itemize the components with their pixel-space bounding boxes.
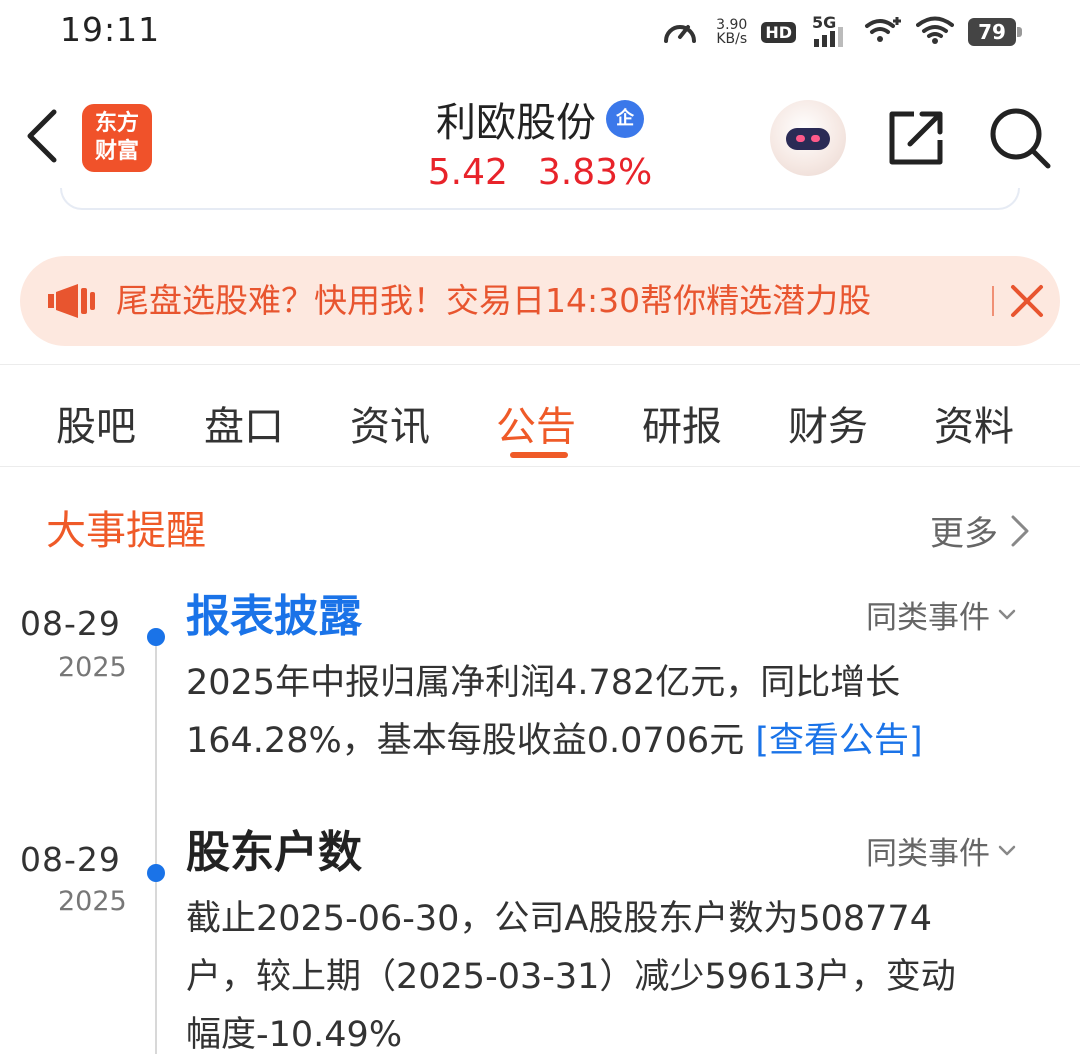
event-description: 2025年中报归属净利润4.782亿元，同比增长 164.28%，基本每股收益0…: [186, 654, 1046, 770]
more-label: 更多: [930, 514, 998, 554]
event-desc-line: 户，较上期（2025-03-31）减少59613户，变动: [186, 957, 956, 997]
similar-events-label: 同类事件: [866, 600, 990, 636]
event-desc-line: 幅度-10.49%: [186, 1015, 403, 1054]
chevron-down-icon: [998, 609, 1016, 619]
tab-pankou[interactable]: 盘口: [204, 394, 284, 452]
wifi-icon: [916, 15, 954, 49]
tab-guba[interactable]: 股吧: [56, 394, 136, 452]
chevron-right-icon: [1011, 515, 1029, 546]
timeline-dot: [147, 864, 165, 882]
share-icon: [889, 111, 943, 165]
timeline-dot: [147, 628, 165, 646]
tab-research[interactable]: 研报: [642, 394, 722, 452]
search-button[interactable]: [988, 106, 1052, 170]
hd-icon: HD: [761, 21, 796, 43]
event-description: 截止2025-06-30，公司A股股东户数为508774 户，较上期（2025-…: [186, 890, 1046, 1054]
status-icons: 3.90 KB/s HD 5G 79: [662, 13, 1022, 50]
view-announcement-link[interactable]: [查看公告]: [755, 721, 922, 761]
chevron-down-icon: [998, 845, 1016, 855]
close-icon[interactable]: [1010, 284, 1044, 318]
verified-badge: 企: [606, 100, 644, 138]
stock-price: 5.42: [427, 152, 508, 193]
event-desc-line: 2025年中报归属净利润4.782亿元，同比增长: [186, 663, 901, 703]
event-year: 2025: [58, 886, 127, 917]
battery-icon: 79: [968, 18, 1022, 46]
similar-events-dropdown[interactable]: 同类事件: [866, 828, 1016, 873]
event-date: 08-29: [20, 840, 121, 879]
event-title[interactable]: 股东户数: [186, 816, 362, 880]
more-link[interactable]: 更多: [930, 506, 1030, 555]
5g-signal-icon: 5G: [810, 13, 850, 49]
tab-announcements[interactable]: 公告: [496, 394, 576, 452]
similar-events-dropdown[interactable]: 同类事件: [866, 592, 1016, 637]
event-year: 2025: [58, 652, 127, 683]
event-desc-line: 截止2025-06-30，公司A股股东户数为508774: [186, 899, 932, 939]
net-speed: 3.90 KB/s: [716, 18, 747, 46]
robot-assistant-icon[interactable]: [770, 100, 846, 176]
search-bar-edge: [60, 188, 1020, 210]
tab-news[interactable]: 资讯: [350, 394, 430, 452]
promo-banner[interactable]: 尾盘选股难？快用我！交易日14:30帮你精选潜力股: [20, 256, 1060, 346]
search-icon: [990, 108, 1051, 169]
tab-finance[interactable]: 财务: [788, 394, 868, 452]
timeline-line: [155, 640, 157, 1054]
event-date: 08-29: [20, 604, 121, 643]
tab-profile[interactable]: 资料: [934, 394, 1014, 452]
active-tab-indicator: [510, 452, 568, 458]
promo-text: 尾盘选股难？快用我！交易日14:30帮你精选潜力股: [116, 281, 872, 320]
net-speed-unit: KB/s: [716, 31, 748, 47]
promo-divider: [992, 286, 994, 316]
divider: [0, 466, 1080, 467]
megaphone-icon: [48, 282, 96, 324]
status-bar: 19:11 3.90 KB/s HD 5G 79: [0, 0, 1080, 64]
battery-level: 79: [968, 18, 1016, 46]
divider: [0, 364, 1080, 365]
status-time: 19:11: [60, 10, 161, 49]
wifi-plus-icon: [864, 15, 902, 49]
similar-events-label: 同类事件: [866, 836, 990, 872]
stock-tabs: 股吧 盘口 资讯 公告 研报 财务 资料: [0, 366, 1080, 466]
section-title: 大事提醒: [46, 508, 206, 554]
event-title[interactable]: 报表披露: [186, 580, 362, 644]
event-desc-line: 164.28%，基本每股收益0.0706元: [186, 721, 756, 761]
stock-header: 东方 财富 利欧股份 企 5.42 3.83%: [0, 64, 1080, 204]
stock-name: 利欧股份: [436, 100, 596, 146]
share-button[interactable]: [886, 108, 946, 168]
stock-change-pct: 3.83%: [537, 152, 653, 193]
speedometer-icon: [662, 15, 698, 49]
net-speed-value: 3.90: [716, 17, 748, 33]
